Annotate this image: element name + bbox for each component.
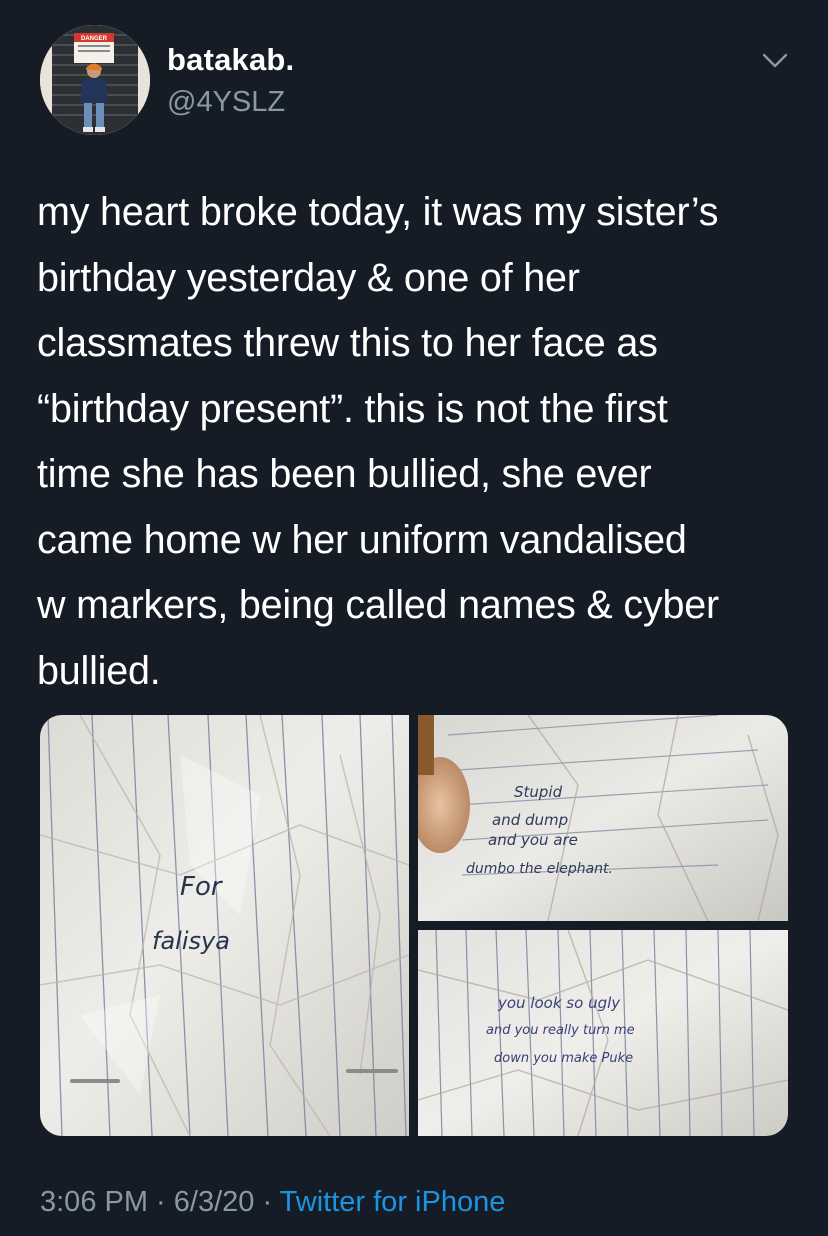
- user-handle[interactable]: @4YSLZ: [167, 86, 285, 119]
- avatar-sign-text: DANGER: [81, 36, 108, 42]
- note-text-line: and you really turn me: [486, 1023, 635, 1038]
- avatar[interactable]: DANGER: [40, 25, 150, 135]
- note-text-line: Stupid: [514, 783, 563, 801]
- chevron-down-icon[interactable]: [760, 50, 790, 72]
- photo-note-stupid[interactable]: Stupid and dump and you are dumbo the el…: [418, 715, 788, 921]
- note-text-line: falisya: [152, 927, 230, 955]
- photo-note-ugly[interactable]: you look so ugly and you really turn me …: [418, 930, 788, 1136]
- tweet-date[interactable]: 6/3/20: [174, 1186, 255, 1218]
- photo-note-for-falisya[interactable]: For falisya: [40, 715, 409, 1136]
- note-text-line: you look so ugly: [497, 994, 621, 1012]
- tweet-text: my heart broke today, it was my sister’s…: [37, 190, 719, 693]
- note-text-line: For: [180, 872, 224, 902]
- separator-dot: ·: [254, 1186, 280, 1218]
- note-text-line: and you are: [488, 831, 578, 849]
- note-text-line: and dump: [492, 811, 568, 829]
- avatar-image: DANGER: [40, 25, 150, 135]
- separator-dot: ·: [148, 1186, 174, 1218]
- tweet-time: 3:06 PM: [40, 1186, 148, 1218]
- note-text-line: down you make Puke: [494, 1051, 633, 1066]
- tweet-source-link[interactable]: Twitter for iPhone: [280, 1186, 506, 1218]
- display-name[interactable]: batakab.: [167, 42, 294, 78]
- tweet-footer: 3:06 PM · 6/3/20 · Twitter for iPhone: [40, 1186, 505, 1219]
- note-text-line: dumbo the elephant.: [466, 861, 613, 877]
- media-grid: For falisya Stupid and dump and you are …: [40, 715, 788, 1136]
